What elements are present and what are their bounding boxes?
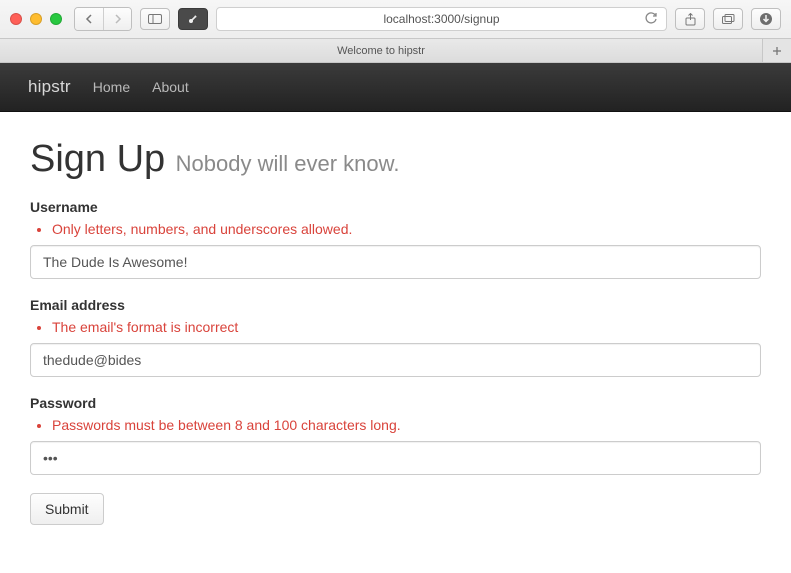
nav-link-home[interactable]: Home	[93, 79, 130, 95]
page-header: Sign Up Nobody will ever know.	[30, 138, 761, 181]
username-label: Username	[30, 199, 761, 215]
downloads-button[interactable]	[751, 8, 781, 30]
tabs-button[interactable]	[713, 8, 743, 30]
field-email: Email address The email's format is inco…	[30, 297, 761, 377]
field-username: Username Only letters, numbers, and unde…	[30, 199, 761, 279]
nav-link-about[interactable]: About	[152, 79, 189, 95]
reader-button[interactable]	[178, 8, 208, 30]
email-errors: The email's format is incorrect	[50, 319, 761, 335]
page-title: Sign Up	[30, 138, 165, 180]
share-button[interactable]	[675, 8, 705, 30]
fullscreen-window-button[interactable]	[50, 13, 62, 25]
toolbar-right	[675, 8, 781, 30]
email-error-item: The email's format is incorrect	[52, 319, 761, 335]
password-input[interactable]	[30, 441, 761, 475]
browser-chrome: localhost:3000/signup Welcome to hipstr	[0, 0, 791, 63]
reload-icon[interactable]	[645, 11, 658, 25]
app-navbar: hipstr Home About	[0, 63, 791, 112]
minimize-window-button[interactable]	[30, 13, 42, 25]
email-label: Email address	[30, 297, 761, 313]
page-subtitle: Nobody will ever know.	[176, 151, 400, 176]
username-errors: Only letters, numbers, and underscores a…	[50, 221, 761, 237]
password-errors: Passwords must be between 8 and 100 char…	[50, 417, 761, 433]
sidebar-toggle-button[interactable]	[140, 8, 170, 30]
back-button[interactable]	[75, 8, 103, 30]
nav-back-forward	[74, 7, 132, 31]
field-password: Password Passwords must be between 8 and…	[30, 395, 761, 475]
brand[interactable]: hipstr	[28, 77, 71, 97]
tab-bar: Welcome to hipstr	[0, 38, 791, 62]
username-input[interactable]	[30, 245, 761, 279]
username-error-item: Only letters, numbers, and underscores a…	[52, 221, 761, 237]
forward-button[interactable]	[103, 8, 131, 30]
address-bar[interactable]: localhost:3000/signup	[216, 7, 667, 31]
submit-button[interactable]: Submit	[30, 493, 104, 525]
page-content: Sign Up Nobody will ever know. Username …	[0, 112, 791, 545]
password-error-item: Passwords must be between 8 and 100 char…	[52, 417, 761, 433]
password-label: Password	[30, 395, 761, 411]
close-window-button[interactable]	[10, 13, 22, 25]
email-input[interactable]	[30, 343, 761, 377]
browser-tab[interactable]: Welcome to hipstr	[0, 39, 763, 62]
new-tab-button[interactable]	[763, 39, 791, 62]
window-controls	[10, 13, 62, 25]
browser-toolbar: localhost:3000/signup	[0, 0, 791, 38]
address-url: localhost:3000/signup	[383, 12, 499, 26]
tab-title: Welcome to hipstr	[337, 45, 425, 57]
